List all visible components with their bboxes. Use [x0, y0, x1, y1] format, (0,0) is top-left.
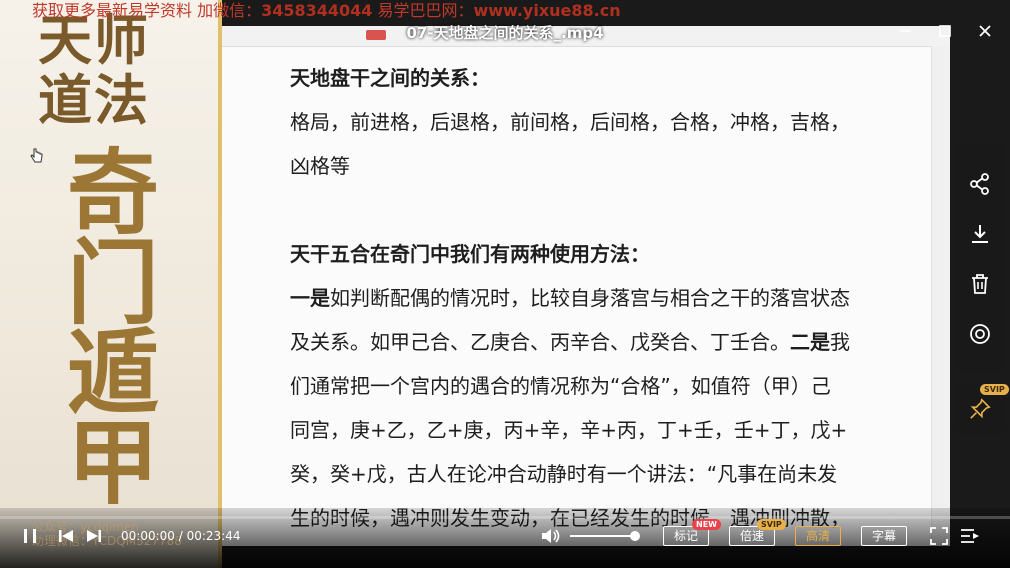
time-current: 00:00:00 [121, 529, 175, 543]
document-body: 天地盘干之间的关系： 格局，前进格，后退格，前间格，后间格，合格，冲格，吉格， … [290, 56, 890, 540]
volume-slider[interactable] [570, 531, 640, 541]
next-icon[interactable] [86, 527, 102, 545]
time-display: 00:00:00 / 00:23:44 [121, 529, 241, 543]
pin-svip-badge: SVIP [980, 384, 1009, 395]
download-icon[interactable] [968, 222, 992, 246]
doc-scrollbar[interactable] [931, 46, 950, 546]
watermark-url: www.yixue88.cn [473, 1, 621, 20]
doc-heading: 天地盘干之间的关系： [290, 66, 490, 90]
minimize-icon[interactable] [898, 24, 912, 38]
volume-fill [570, 535, 635, 537]
subtitles-button[interactable]: 字幕 [861, 526, 907, 546]
mark-new-badge: NEW [692, 519, 721, 530]
brand-line-2: 道法 [38, 68, 150, 132]
document-view: 天地盘干之间的关系： 格局，前进格，后退格，前间格，后间格，合格，冲格，吉格， … [222, 26, 950, 546]
doc-line: 同宫，庚+乙，乙+庚，丙+辛，辛+丙，丁+壬，壬+丁，戊+ [290, 418, 848, 442]
trash-icon[interactable] [968, 272, 992, 296]
doc-line: 及关系。如甲己合、乙庚合、丙辛合、戊癸合、丁壬合。二是我 [290, 320, 890, 364]
course-title: 奇 门 遁 甲 [58, 139, 168, 517]
time-total: 00:23:44 [186, 529, 241, 543]
doc-line: 癸，癸+戊，古人在论冲合动静时有一个讲法：“凡事在尚未发 [290, 462, 838, 486]
quality-button[interactable]: 高清 [795, 526, 841, 546]
close-icon[interactable] [978, 24, 992, 38]
course-title-char: 遁 [66, 319, 159, 427]
playlist-icon[interactable] [960, 527, 980, 545]
progress-bar[interactable] [0, 516, 1010, 519]
view-icon[interactable] [968, 322, 992, 346]
doc-bold: 一是 [290, 286, 330, 310]
watermark-banner: 获取更多最新易学资料 加微信：3458344044 易学巴巴网：www.yixu… [0, 0, 1010, 22]
volume-icon[interactable] [540, 527, 562, 545]
doc-bold: 二是 [790, 330, 830, 354]
doc-text: 我 [830, 330, 850, 354]
fullscreen-icon[interactable] [930, 527, 948, 545]
video-title: 07-天地盘之间的关系_.mp4 [406, 24, 604, 42]
watermark-text: 易学巴巴网： [372, 1, 474, 20]
watermark-phone: 3458344044 [261, 1, 373, 20]
watermark-text: 获取更多最新易学资料 加微信： [32, 1, 262, 20]
doc-line: 凶格等 [290, 154, 350, 178]
hand-cursor-icon [30, 148, 43, 163]
course-title-char: 门 [66, 229, 159, 337]
side-action-panel [954, 145, 1006, 373]
course-title-char: 甲 [66, 409, 159, 517]
previous-icon[interactable] [58, 527, 74, 545]
share-icon[interactable] [968, 172, 992, 196]
doc-heading: 天干五合在奇门中我们有两种使用方法： [290, 242, 650, 266]
pin-icon[interactable] [969, 398, 991, 420]
course-title-char: 奇 [66, 139, 159, 247]
volume-knob[interactable] [629, 531, 640, 541]
doc-line: 们通常把一个宫内的遇合的情况称为“合格”，如值符（甲）己 [290, 374, 831, 398]
doc-line: 一是如判断配偶的情况时，比较自身落宫与相合之干的落宫状态 [290, 276, 890, 320]
doc-line: 格局，前进格，后退格，前间格，后间格，合格，冲格，吉格， [290, 110, 850, 134]
doc-text: 如判断配偶的情况时，比较自身落宫与相合之干的落宫状态 [330, 286, 850, 310]
maximize-icon[interactable] [938, 24, 952, 38]
speed-svip-badge: SVIP [757, 519, 786, 530]
course-banner: 天师 道法 奇 门 遁 甲 [0, 0, 222, 568]
doc-text: 及关系。如甲己合、乙庚合、丙辛合、戊癸合、丁壬合。 [290, 330, 790, 354]
pause-icon[interactable] [22, 527, 38, 545]
